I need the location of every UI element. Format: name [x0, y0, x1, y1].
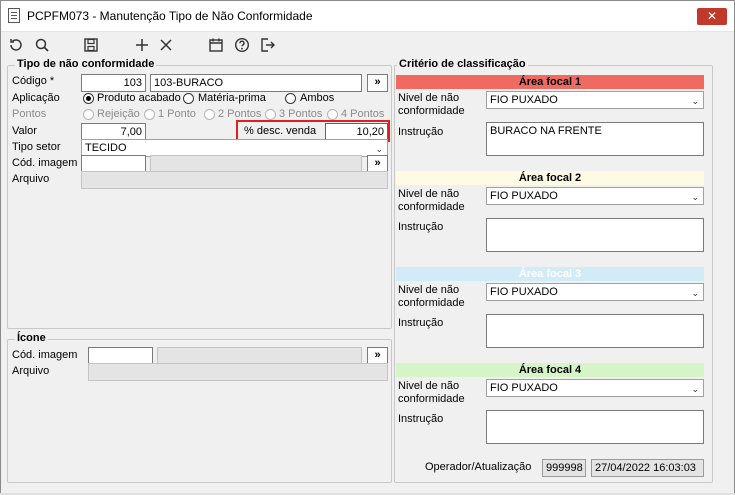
area-2-nivel-value: FIO PUXADO — [490, 190, 558, 202]
radio-rejeicao[interactable] — [83, 109, 94, 120]
arquivo-label: Arquivo — [12, 173, 50, 185]
area-4-instrucao-label: Instrução — [398, 413, 444, 425]
search-icon[interactable] — [32, 35, 52, 55]
area-focal-3-header: Área focal 3 — [396, 267, 704, 281]
cod-imagem-label: Cód. imagem — [12, 157, 78, 169]
area-3-nivel-select[interactable]: FIO PUXADO ⌄ — [486, 283, 704, 301]
area-4-instrucao-textarea[interactable] — [486, 410, 704, 444]
radio-produto-acabado-label: Produto acabado — [97, 92, 181, 104]
chevron-down-icon: ⌄ — [691, 384, 699, 394]
radio-materia-prima-label: Matéria-prima — [198, 92, 266, 104]
radio-materia-prima[interactable] — [183, 93, 194, 104]
codigo-label: Código * — [12, 75, 55, 87]
arquivo-input — [81, 171, 388, 189]
desc-venda-label: % desc. venda — [244, 125, 317, 137]
area-2-instrucao-label: Instrução — [398, 221, 444, 233]
area-focal-4-header: Área focal 4 — [396, 363, 704, 377]
data-atualizacao-input: 27/04/2022 16:03:03 — [591, 459, 704, 477]
area-1-nivel-value: FIO PUXADO — [490, 94, 558, 106]
tipo-legend: Tipo de não conformidade — [15, 58, 157, 70]
area-2-instrucao-textarea[interactable] — [486, 218, 704, 252]
tipo-setor-label: Tipo setor — [12, 141, 61, 153]
criterio-legend: Critério de classificação — [397, 58, 528, 70]
icone-arquivo-input — [88, 363, 388, 381]
save-icon[interactable] — [81, 35, 101, 55]
radio-3-pontos-label: 3 Pontos — [279, 108, 323, 120]
codigo-lookup-button[interactable]: » — [367, 74, 388, 92]
descricao-input[interactable]: 103-BURACO — [150, 74, 362, 92]
plus-icon[interactable] — [132, 35, 152, 55]
help-icon[interactable] — [232, 35, 252, 55]
area-3-instrucao-label: Instrução — [398, 317, 444, 329]
radio-ambos[interactable] — [285, 93, 296, 104]
radio-1-ponto-label: 1 Ponto — [158, 108, 196, 120]
area-3-instrucao-textarea[interactable] — [486, 314, 704, 348]
pontos-label: Pontos — [12, 108, 47, 120]
area-1-nivel-select[interactable]: FIO PUXADO ⌄ — [486, 91, 704, 109]
chevron-down-icon: ⌄ — [691, 288, 699, 298]
area-3-nivel-value: FIO PUXADO — [490, 286, 558, 298]
main-window: PCPFM073 - Manutenção Tipo de Não Confor… — [0, 0, 735, 495]
radio-4-pontos[interactable] — [327, 109, 338, 120]
x-icon[interactable] — [156, 35, 176, 55]
window-title: PCPFM073 - Manutenção Tipo de Não Confor… — [27, 9, 313, 23]
codigo-input[interactable]: 103 — [81, 74, 146, 92]
icone-cod-imagem-label: Cód. imagem — [12, 349, 78, 361]
radio-2-pontos-label: 2 Pontos — [218, 108, 262, 120]
radio-3-pontos[interactable] — [265, 109, 276, 120]
area-1-nivel-label: Nivel de não conformidade — [398, 92, 465, 117]
chevron-down-icon: ⌄ — [691, 96, 699, 106]
icone-arquivo-label: Arquivo — [12, 365, 50, 377]
area-1-instrucao-textarea[interactable]: BURACO NA FRENTE — [486, 122, 704, 156]
chevron-down-icon: ⌄ — [691, 192, 699, 202]
aplicacao-label: Aplicação — [12, 92, 60, 104]
tipo-group: Tipo de não conformidade — [7, 58, 392, 329]
operador-input: 999998 — [542, 459, 586, 477]
area-3-nivel-label: Nivel de não conformidade — [398, 284, 465, 309]
close-button[interactable]: ✕ — [697, 8, 727, 25]
calendar-icon[interactable] — [206, 35, 226, 55]
logout-icon[interactable] — [257, 35, 277, 55]
tipo-setor-value: TECIDO — [85, 142, 127, 154]
area-4-nivel-label: Nivel de não conformidade — [398, 380, 465, 405]
toolbar — [1, 32, 734, 58]
area-focal-1-header: Área focal 1 — [396, 75, 704, 89]
icone-legend: Ícone — [15, 332, 48, 344]
area-4-nivel-value: FIO PUXADO — [490, 382, 558, 394]
radio-2-pontos[interactable] — [204, 109, 215, 120]
radio-4-pontos-label: 4 Pontos — [341, 108, 385, 120]
radio-rejeicao-label: Rejeição — [97, 108, 140, 120]
radio-1-ponto[interactable] — [144, 109, 155, 120]
radio-produto-acabado[interactable] — [83, 93, 94, 104]
document-icon — [8, 8, 20, 23]
radio-ambos-label: Ambos — [300, 92, 335, 104]
refresh-ccw-icon[interactable] — [6, 35, 26, 55]
area-4-nivel-select[interactable]: FIO PUXADO ⌄ — [486, 379, 704, 397]
area-1-instrucao-label: Instrução — [398, 126, 444, 138]
area-focal-2-header: Área focal 2 — [396, 171, 704, 185]
area-2-nivel-label: Nivel de não conformidade — [398, 188, 465, 213]
valor-label: Valor — [12, 125, 37, 137]
title-bar: PCPFM073 - Manutenção Tipo de Não Confor… — [1, 1, 734, 32]
operador-label: Operador/Atualização — [425, 461, 532, 473]
area-2-nivel-select[interactable]: FIO PUXADO ⌄ — [486, 187, 704, 205]
